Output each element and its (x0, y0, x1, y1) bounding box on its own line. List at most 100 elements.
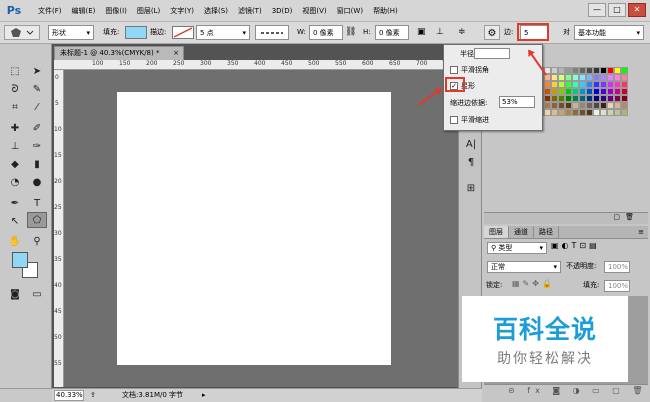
quick-select-tool-icon[interactable]: ✎ (27, 82, 47, 97)
dodge-tool-icon[interactable]: ● (27, 175, 47, 190)
color-swatch[interactable] (544, 88, 551, 95)
color-swatch[interactable] (572, 81, 579, 88)
maximize-button[interactable]: □ (608, 3, 626, 17)
path-alignment-icon[interactable]: ⊥ (436, 25, 444, 40)
menu-view[interactable]: 视图(V) (297, 0, 331, 22)
move-tool-icon[interactable]: ➤ (27, 64, 47, 79)
color-swatch[interactable] (607, 95, 614, 102)
color-swatch[interactable] (579, 81, 586, 88)
type-tool-icon[interactable]: T (27, 196, 47, 211)
color-swatch[interactable] (558, 67, 565, 74)
color-swatch[interactable] (579, 95, 586, 102)
color-swatch[interactable] (544, 102, 551, 109)
menu-image[interactable]: 图像(I) (100, 0, 132, 22)
tab-paths[interactable]: 路径 (534, 226, 559, 238)
color-swatch[interactable] (565, 81, 572, 88)
brush-tool-icon[interactable]: ✐ (27, 121, 47, 136)
color-swatch[interactable] (614, 109, 621, 116)
width-input[interactable]: 0 像素 (309, 25, 343, 40)
color-swatch[interactable] (614, 81, 621, 88)
color-swatch[interactable] (565, 95, 572, 102)
color-swatch[interactable] (607, 67, 614, 74)
paragraph-panel-icon[interactable]: ¶ (461, 155, 481, 170)
color-swatch[interactable] (586, 67, 593, 74)
color-swatch[interactable] (593, 67, 600, 74)
color-swatch[interactable] (579, 74, 586, 81)
color-swatch[interactable] (579, 109, 586, 116)
foreground-color-swatch[interactable] (12, 252, 28, 268)
color-swatch[interactable] (551, 109, 558, 116)
hand-tool-icon[interactable]: ✋ (5, 234, 25, 249)
color-swatch[interactable] (551, 102, 558, 109)
stroke-color-swatch[interactable] (172, 26, 194, 39)
delete-swatch-icon[interactable]: 🗑 (625, 213, 634, 221)
color-swatch[interactable] (614, 67, 621, 74)
pen-tool-icon[interactable]: ✒ (5, 196, 25, 211)
stroke-size-select[interactable]: 5 点 ▾ (196, 25, 250, 40)
color-swatch[interactable] (551, 95, 558, 102)
tool-preset-picker[interactable] (4, 25, 40, 40)
color-swatch[interactable] (621, 88, 628, 95)
color-swatch[interactable] (579, 88, 586, 95)
color-swatch[interactable] (551, 88, 558, 95)
color-swatch[interactable] (551, 81, 558, 88)
marquee-tool-icon[interactable]: ⬚ (5, 64, 25, 79)
fill-color-swatch[interactable] (125, 26, 147, 39)
color-swatch[interactable] (621, 81, 628, 88)
close-tab-icon[interactable]: × (173, 47, 179, 60)
share-icon[interactable]: ⇪ (90, 389, 96, 402)
eraser-tool-icon[interactable]: ◆ (5, 157, 25, 172)
menu-3d[interactable]: 3D(D) (267, 0, 298, 22)
color-swatch[interactable] (572, 102, 579, 109)
close-button[interactable]: ✕ (628, 3, 646, 17)
layer-filter-icons[interactable]: ▣◐T⊡▤ (551, 241, 600, 250)
screen-mode-icon[interactable]: ▭ (27, 287, 47, 302)
smooth-indent-checkbox[interactable] (450, 116, 458, 124)
color-swatch[interactable] (600, 74, 607, 81)
minimize-button[interactable]: — (588, 3, 606, 17)
indent-input[interactable]: 53% (499, 96, 535, 108)
tab-channels[interactable]: 通道 (509, 226, 534, 238)
tool-mode-select[interactable]: 形状 ▾ (48, 25, 94, 40)
color-swatch[interactable] (607, 102, 614, 109)
color-swatch[interactable] (579, 102, 586, 109)
document-canvas[interactable] (117, 92, 391, 365)
color-swatch[interactable] (593, 88, 600, 95)
color-swatch[interactable] (558, 74, 565, 81)
color-swatch[interactable] (565, 67, 572, 74)
color-swatch[interactable] (593, 109, 600, 116)
height-input[interactable]: 0 像素 (375, 25, 409, 40)
color-swatch[interactable] (593, 81, 600, 88)
color-swatch[interactable] (607, 81, 614, 88)
color-swatch[interactable] (586, 88, 593, 95)
layers-footer-icons[interactable]: ⊝ fx ◙ ◑ ▭ ▢ 🗑 (508, 386, 648, 395)
smooth-corners-checkbox[interactable] (450, 66, 458, 74)
color-swatch[interactable] (586, 74, 593, 81)
blend-mode-select[interactable]: 正常 ▾ (487, 261, 561, 273)
eyedropper-tool-icon[interactable]: ⁄ (27, 100, 47, 115)
menu-type[interactable]: 文字(Y) (165, 0, 199, 22)
healing-brush-tool-icon[interactable]: ✚ (5, 121, 25, 136)
color-swatch[interactable] (544, 81, 551, 88)
color-swatch[interactable] (565, 88, 572, 95)
gradient-tool-icon[interactable]: ▮ (27, 157, 47, 172)
menu-help[interactable]: 帮助(H) (368, 0, 403, 22)
color-swatch[interactable] (558, 88, 565, 95)
color-swatch[interactable] (551, 67, 558, 74)
stroke-type-select[interactable] (255, 25, 289, 40)
path-operations-icon[interactable]: ▣ (417, 25, 426, 40)
swatches-grid[interactable] (537, 67, 632, 147)
color-swatch[interactable] (607, 88, 614, 95)
color-swatch[interactable] (544, 109, 551, 116)
color-swatch[interactable] (544, 95, 551, 102)
color-swatch[interactable] (614, 74, 621, 81)
workspace-select[interactable]: 基本功能 ▾ (574, 25, 644, 40)
color-swatch[interactable] (558, 102, 565, 109)
tool-presets-icon[interactable]: ⊞ (461, 181, 481, 196)
zoom-field[interactable]: 40.33% (54, 390, 84, 401)
link-dimensions-icon[interactable]: ⛓ (345, 25, 356, 40)
zoom-tool-icon[interactable]: ⚲ (27, 234, 47, 249)
color-swatch[interactable] (621, 95, 628, 102)
radius-input[interactable] (474, 48, 510, 59)
color-swatch[interactable] (572, 88, 579, 95)
